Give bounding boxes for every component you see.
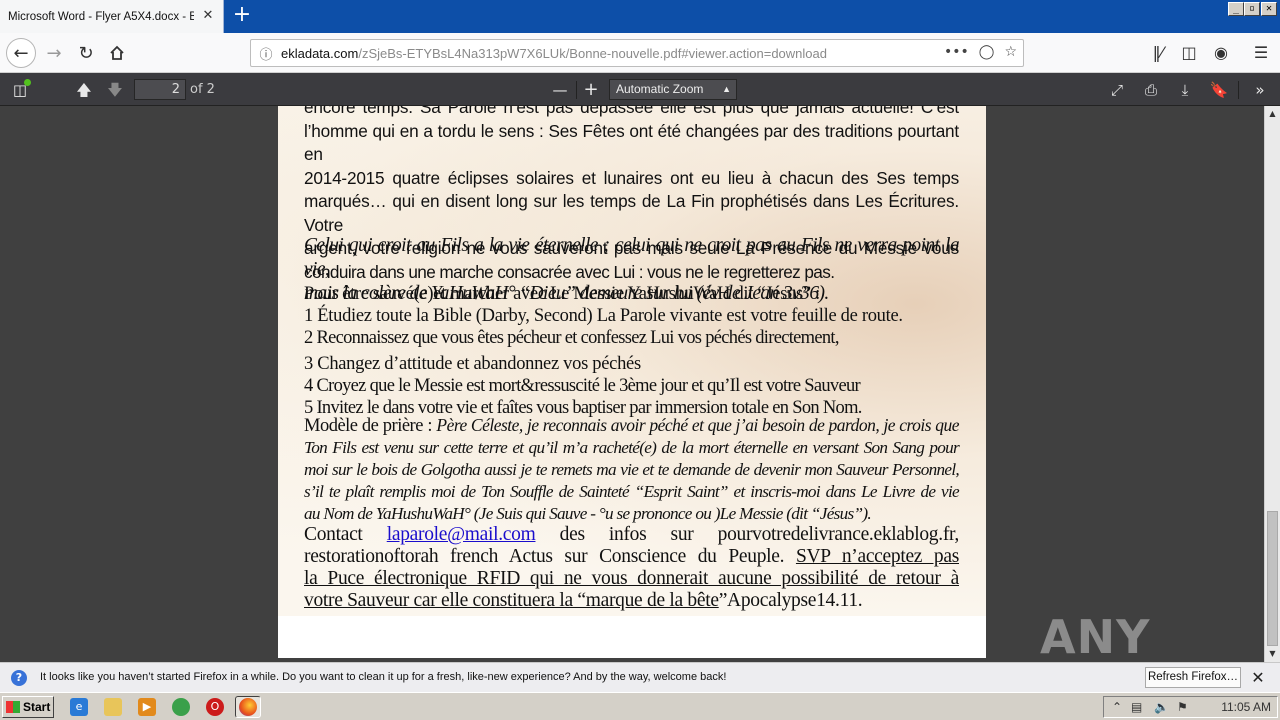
chrome-icon[interactable] xyxy=(172,698,190,716)
clock: 11:05 AM xyxy=(1221,700,1271,714)
toolbar-separator xyxy=(576,81,577,99)
anyrun-watermark: ANY RUN xyxy=(1040,610,1151,662)
notification-dot xyxy=(24,79,31,86)
new-tab-button[interactable]: + xyxy=(230,4,254,28)
notification-message: It looks like you haven’t started Firefo… xyxy=(40,671,727,683)
arrow-right-icon: → xyxy=(46,42,62,64)
back-button[interactable]: ← xyxy=(6,38,36,68)
media-player-icon[interactable]: ▶ xyxy=(138,698,156,716)
folder-icon[interactable] xyxy=(104,698,122,716)
close-icon[interactable]: ✕ xyxy=(1250,668,1266,687)
zoom-out-button[interactable]: — xyxy=(550,80,570,100)
home-button[interactable] xyxy=(103,39,131,67)
step-item: 3 Changez d’attitude et abandonnez vos p… xyxy=(304,354,641,374)
vertical-scrollbar[interactable]: ▲ ▼ xyxy=(1264,106,1280,662)
home-icon xyxy=(110,45,124,60)
bookmark-icon[interactable]: 🔖 xyxy=(1209,80,1229,100)
zoom-select[interactable]: Automatic Zoom ▲▼ xyxy=(609,79,737,113)
navigation-toolbar: ← → ↻ ⓘ ekladata.com/zSjeBs-ETYBsL4Na313… xyxy=(0,33,1280,73)
windows-flag-icon xyxy=(6,701,20,713)
download-icon[interactable]: ⤓ xyxy=(1175,80,1195,100)
minimize-button[interactable]: _ xyxy=(1228,2,1244,16)
url-text[interactable]: ekladata.com/zSjeBs-ETYBsL4Na313pW7X6LUk… xyxy=(281,46,827,61)
pdf-viewer[interactable]: encore temps. Sa Parole n’est pas dépass… xyxy=(0,106,1264,662)
previous-page-icon[interactable]: 🡅 xyxy=(74,80,94,100)
browser-tab[interactable]: Microsoft Word - Flyer A5X4.docx - Bon ✕ xyxy=(0,0,224,33)
step-item: 4 Croyez que le Messie est mort&ressusci… xyxy=(304,376,861,396)
library-icon[interactable]: ‖⁄ xyxy=(1148,43,1168,62)
pdf-page: encore temps. Sa Parole n’est pas dépass… xyxy=(278,106,986,658)
info-icon: ? xyxy=(11,670,27,686)
page-number-input[interactable]: 2 xyxy=(134,79,186,100)
start-button[interactable]: Start xyxy=(2,696,54,718)
pdf-toolbar: ◫ 🡅 🡇 2 of 2 — + Automatic Zoom ▲▼ ⤢ ⎙ ⤓… xyxy=(0,73,1280,113)
tab-close-icon[interactable]: ✕ xyxy=(201,9,215,23)
tab-title: Microsoft Word - Flyer A5X4.docx - Bon xyxy=(8,10,194,23)
volume-icon[interactable]: 🔈 xyxy=(1154,700,1169,714)
toolbar-separator xyxy=(1238,81,1239,99)
refresh-firefox-button[interactable]: Refresh Firefox… xyxy=(1145,667,1241,688)
page-count: of 2 xyxy=(190,82,215,97)
presentation-mode-icon[interactable]: ⤢ xyxy=(1107,80,1127,100)
notification-bar: ? It looks like you haven’t started Fire… xyxy=(0,662,1280,692)
print-icon[interactable]: ⎙ xyxy=(1141,80,1161,100)
chevron-up-icon[interactable]: ⌃ xyxy=(1112,700,1122,714)
arrow-left-icon: ← xyxy=(13,42,29,64)
next-page-icon[interactable]: 🡇 xyxy=(105,80,125,100)
page-actions-icon[interactable]: ••• xyxy=(944,44,969,60)
network-icon[interactable]: ▤ xyxy=(1131,700,1142,714)
info-icon[interactable]: ⓘ xyxy=(251,44,281,63)
window-close-button[interactable]: ✕ xyxy=(1261,2,1277,16)
pocket-icon[interactable]: ◯ xyxy=(979,44,995,60)
star-icon[interactable]: ☆ xyxy=(1004,44,1017,60)
prayer-model: Modèle de prière : Père Céleste, je reco… xyxy=(304,415,960,523)
restore-button[interactable]: ▫ xyxy=(1244,2,1260,16)
reload-icon: ↻ xyxy=(78,42,94,64)
opera-icon[interactable]: O xyxy=(206,698,224,716)
tools-icon[interactable]: » xyxy=(1250,80,1270,100)
step-item: 2 Reconnaissez que vous êtes pécheur et … xyxy=(304,328,839,348)
firefox-taskbar-icon[interactable] xyxy=(235,696,261,718)
forward-button[interactable]: → xyxy=(40,39,68,67)
scrollbar-thumb[interactable] xyxy=(1267,511,1278,646)
scroll-up-icon[interactable]: ▲ xyxy=(1265,106,1280,121)
ie-icon[interactable]: e xyxy=(70,698,88,716)
scroll-down-icon[interactable]: ▼ xyxy=(1265,646,1280,661)
flag-icon[interactable]: ⚑ xyxy=(1177,700,1188,714)
tab-strip: Microsoft Word - Flyer A5X4.docx - Bon ✕… xyxy=(0,0,1280,33)
sidebar-icon[interactable]: ◫ xyxy=(1179,43,1199,62)
steps-intro: Pour être sauvé(e)et marcher avec Le Mes… xyxy=(304,284,820,304)
hamburger-icon[interactable]: ☰ xyxy=(1251,43,1271,62)
address-bar[interactable]: ⓘ ekladata.com/zSjeBs-ETYBsL4Na313pW7X6L… xyxy=(250,39,1024,67)
email-link[interactable]: laparole@mail.com xyxy=(387,524,536,545)
taskbar: Start e ▶ O ⌃ ▤ 🔈 ⚑ 11:05 AM xyxy=(0,692,1280,720)
system-tray: ⌃ ▤ 🔈 ⚑ 11:05 AM xyxy=(1103,696,1278,718)
account-icon[interactable]: ◉ xyxy=(1211,43,1231,62)
contact-block: Contact laparole@mail.com des infos sur … xyxy=(304,524,960,611)
salvation-steps: Pour être sauvé(e)et marcher avec Le Mes… xyxy=(304,283,959,419)
step-item: 1 Étudiez toute la Bible (Darby, Second)… xyxy=(304,306,903,326)
reload-button[interactable]: ↻ xyxy=(72,39,100,67)
zoom-in-button[interactable]: + xyxy=(581,80,601,100)
